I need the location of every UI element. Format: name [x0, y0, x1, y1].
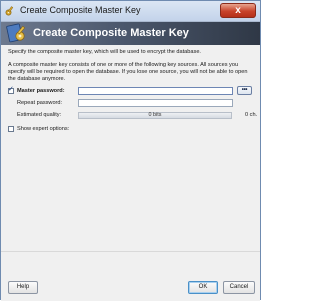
footer-divider — [1, 251, 260, 252]
key-icon — [6, 23, 26, 43]
hide-password-button[interactable]: ••• — [237, 86, 252, 95]
window-title: Create Composite Master Key — [20, 5, 141, 15]
ok-button[interactable]: OK — [188, 281, 218, 294]
quality-progress-bar: 0 bits — [78, 112, 232, 119]
cancel-button[interactable]: Cancel — [223, 281, 255, 294]
quality-chars-text: 0 ch. — [245, 112, 258, 118]
banner-title: Create Composite Master Key — [33, 27, 189, 39]
dialog-content: Specify the composite master key, which … — [1, 45, 260, 301]
quality-bits-text: 0 bits — [148, 112, 162, 118]
expert-options-label: Show expert options: — [17, 126, 70, 132]
header-banner: Create Composite Master Key — [1, 22, 260, 45]
title-bar: Create Composite Master Key x — [1, 1, 260, 22]
key-icon — [5, 6, 14, 16]
close-button[interactable]: x — [220, 3, 256, 18]
help-button[interactable]: Help — [8, 281, 38, 294]
master-password-input[interactable] — [78, 87, 233, 95]
master-password-checkbox[interactable] — [8, 85, 14, 94]
dialog-window: Create Composite Master Key x Create Com… — [0, 0, 261, 301]
repeat-password-input[interactable] — [78, 99, 233, 107]
expert-options-checkbox[interactable] — [8, 126, 14, 132]
repeat-password-label: Repeat password: — [17, 100, 63, 106]
estimated-quality-label: Estimated quality: — [17, 112, 62, 118]
master-password-label: Master password: — [17, 88, 65, 94]
description-text: Specify the composite master key, which … — [8, 49, 201, 55]
info-text: A composite master key consists of one o… — [8, 62, 248, 82]
